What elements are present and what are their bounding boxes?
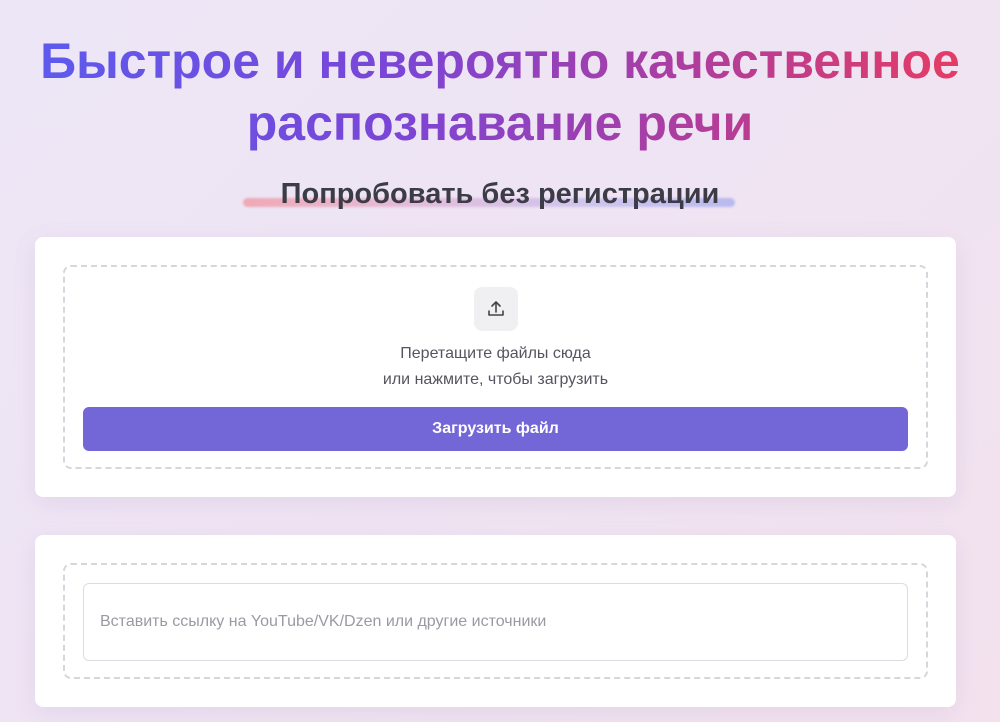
upload-icon[interactable] (473, 287, 518, 331)
subtitle-section: Попробовать без регистрации (0, 178, 1000, 211)
dropzone-instructions: Перетащите файлы сюда или нажмите, чтобы… (65, 341, 926, 393)
upload-file-button[interactable]: Загрузить файл (83, 407, 908, 451)
hero-title-line-2: распознавание речи (246, 95, 754, 151)
link-input-area (63, 563, 928, 679)
source-link-input[interactable] (83, 583, 908, 661)
hero-title-line-1: Быстрое и невероятно качественное (40, 33, 960, 89)
file-dropzone[interactable]: Перетащите файлы сюда или нажмите, чтобы… (63, 265, 928, 469)
dropzone-text-line-2: или нажмите, чтобы загрузить (382, 371, 609, 388)
subtitle: Попробовать без регистрации (275, 178, 726, 211)
link-card (35, 535, 956, 707)
upload-card: Перетащите файлы сюда или нажмите, чтобы… (35, 237, 956, 497)
hero-title: Быстрое и невероятно качественное распоз… (0, 30, 1000, 154)
dropzone-text-line-1: Перетащите файлы сюда (400, 345, 591, 362)
